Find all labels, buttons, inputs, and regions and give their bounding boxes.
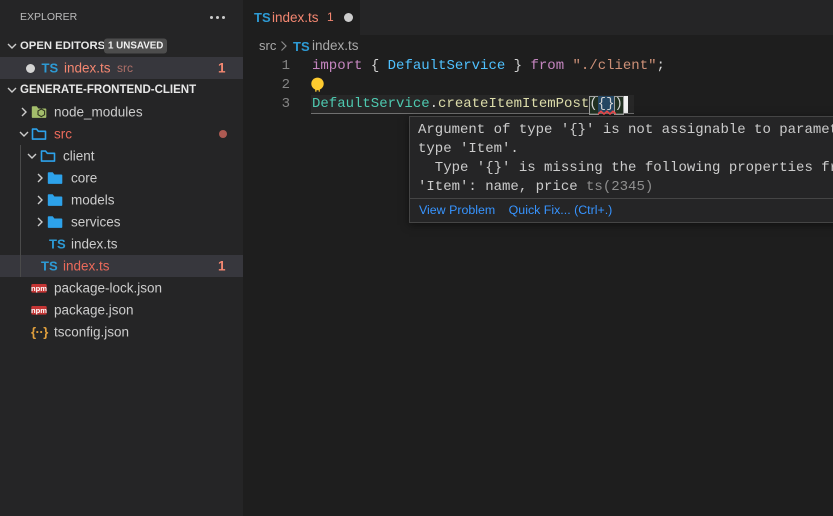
svg-text:npm: npm — [31, 284, 47, 293]
svg-text:npm: npm — [31, 306, 47, 315]
